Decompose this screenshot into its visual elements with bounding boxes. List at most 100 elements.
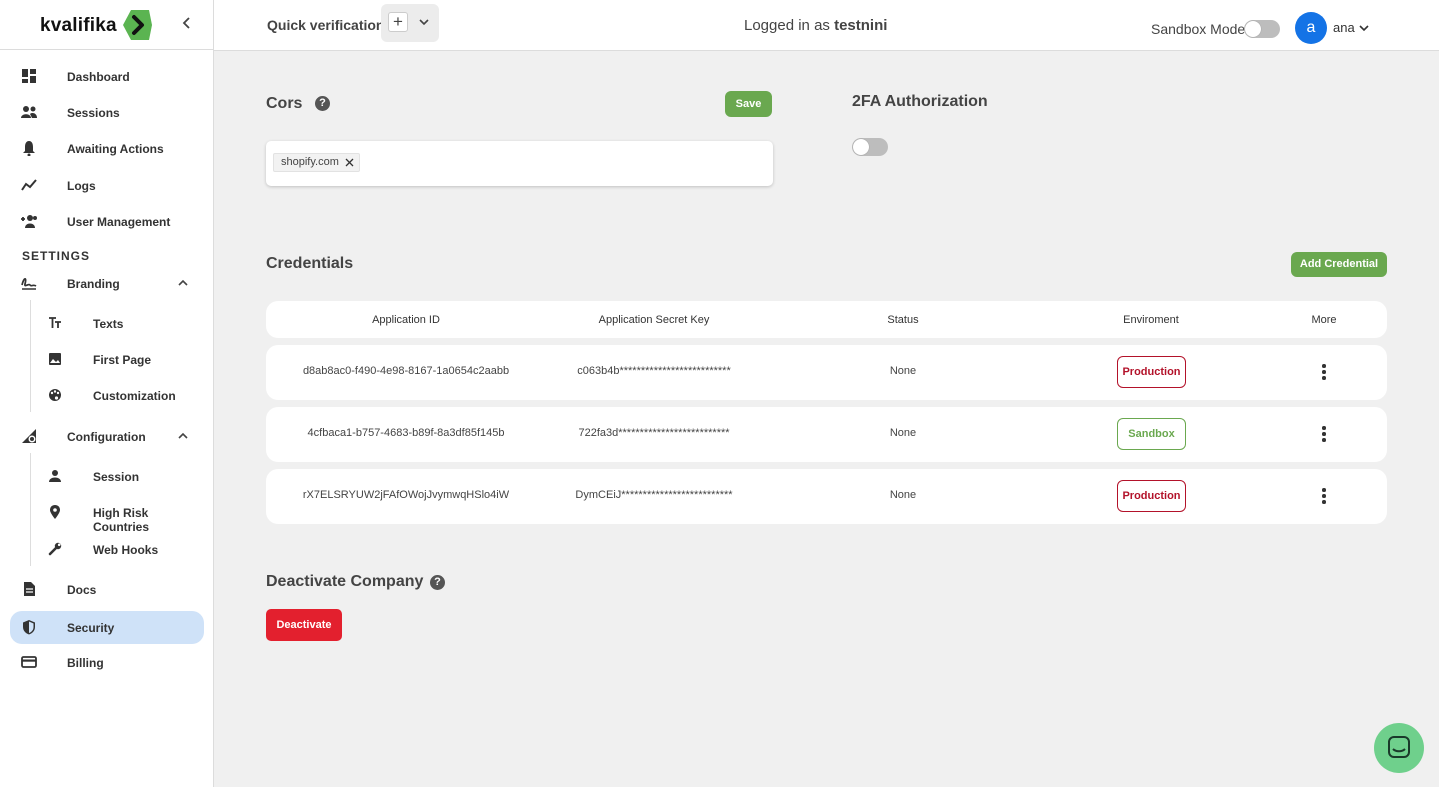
column-header-status: Status bbox=[887, 314, 919, 326]
chat-launcher-button[interactable] bbox=[1374, 723, 1424, 773]
sidebar-item-label: Awaiting Actions bbox=[67, 142, 164, 156]
cors-help-icon[interactable]: ? bbox=[315, 96, 330, 111]
settings-heading: SETTINGS bbox=[22, 249, 91, 263]
sidebar-item-web-hooks[interactable]: Web Hooks bbox=[36, 533, 204, 566]
top-bar: Quick verification + Logged in as testni… bbox=[214, 0, 1439, 51]
table-row: d8ab8ac0-f490-4e98-8167-1a0654c2aabb c06… bbox=[266, 345, 1387, 400]
wrench-icon bbox=[48, 542, 62, 556]
logged-in-status: Logged in as testnini bbox=[744, 17, 887, 34]
deactivate-help-icon[interactable]: ? bbox=[430, 575, 445, 590]
credentials-table-header: Application ID Application Secret Key St… bbox=[266, 301, 1387, 338]
person-icon bbox=[49, 470, 61, 482]
environment-badge[interactable]: Sandbox bbox=[1117, 418, 1186, 450]
credentials-title: Credentials bbox=[266, 255, 354, 272]
location-pin-icon bbox=[50, 505, 60, 519]
deactivate-company-title: Deactivate Company bbox=[266, 573, 424, 590]
trend-icon bbox=[21, 179, 37, 191]
collapse-sidebar-icon[interactable] bbox=[182, 16, 192, 32]
add-users-icon bbox=[21, 215, 37, 228]
signature-icon bbox=[21, 278, 37, 290]
chevron-up-icon[interactable] bbox=[177, 277, 189, 289]
more-vertical-icon[interactable] bbox=[1319, 487, 1329, 505]
sidebar-item-first-page[interactable]: First Page bbox=[36, 343, 204, 376]
twofa-title: 2FA Authorization bbox=[852, 93, 988, 110]
column-header-secret-key: Application Secret Key bbox=[598, 314, 710, 326]
chevron-down-icon[interactable] bbox=[1359, 23, 1369, 33]
sidebar-item-label: User Management bbox=[67, 215, 171, 229]
status-cell: None bbox=[889, 427, 917, 439]
sidebar-item-high-risk-countries[interactable]: High Risk Countries bbox=[36, 496, 204, 534]
sidebar-item-label: Session bbox=[93, 470, 140, 484]
avatar[interactable]: a bbox=[1295, 12, 1327, 44]
cors-save-button[interactable]: Save bbox=[725, 91, 772, 117]
sidebar-item-label: Logs bbox=[67, 179, 96, 193]
sidebar: kvalifika Dashboard Sessions Awaiting Ac… bbox=[0, 0, 214, 787]
sidebar-item-user-management[interactable]: User Management bbox=[10, 205, 204, 238]
logged-in-prefix: Logged in as bbox=[744, 17, 830, 34]
sidebar-item-texts[interactable]: Texts bbox=[36, 307, 204, 340]
sidebar-item-awaiting-actions[interactable]: Awaiting Actions bbox=[10, 132, 204, 165]
configuration-icon bbox=[22, 429, 36, 443]
sidebar-item-dashboard[interactable]: Dashboard bbox=[10, 60, 204, 93]
quick-verification-label: Quick verification bbox=[267, 17, 385, 33]
logo-area: kvalifika bbox=[0, 0, 213, 50]
table-row: rX7ELSRYUW2jFAfOWojJvymwqHSlo4iW DymCEiJ… bbox=[266, 469, 1387, 524]
sidebar-item-session[interactable]: Session bbox=[36, 460, 204, 493]
column-header-environment: Enviroment bbox=[1123, 314, 1179, 326]
chevron-down-icon[interactable] bbox=[418, 16, 430, 28]
brand-logo-icon bbox=[123, 10, 152, 40]
brand-logo-text: kvalifika bbox=[40, 15, 117, 36]
sidebar-item-label: Docs bbox=[67, 583, 97, 597]
sidebar-item-label: High Risk Countries bbox=[93, 506, 150, 534]
shield-icon bbox=[23, 620, 35, 635]
column-header-application-id: Application ID bbox=[372, 314, 440, 326]
logged-in-username: testnini bbox=[834, 17, 888, 34]
dashboard-icon bbox=[22, 69, 36, 83]
add-credential-button[interactable]: Add Credential bbox=[1291, 252, 1387, 277]
status-cell: None bbox=[889, 365, 917, 377]
deactivate-button[interactable]: Deactivate bbox=[266, 609, 342, 641]
sidebar-item-label: Dashboard bbox=[67, 70, 130, 84]
people-icon bbox=[21, 106, 37, 118]
chat-icon bbox=[1388, 736, 1410, 758]
palette-icon bbox=[49, 389, 61, 401]
quick-verification-add-button[interactable]: + bbox=[388, 12, 408, 32]
sidebar-item-label: Billing bbox=[67, 656, 104, 670]
text-format-icon bbox=[49, 317, 61, 328]
sidebar-item-label: Texts bbox=[93, 317, 124, 331]
sandbox-mode-label: Sandbox Mode bbox=[1151, 21, 1246, 37]
sidebar-item-logs[interactable]: Logs bbox=[10, 169, 204, 202]
close-icon[interactable] bbox=[345, 158, 354, 167]
bell-icon bbox=[23, 141, 35, 156]
chevron-up-icon[interactable] bbox=[177, 430, 189, 442]
sidebar-item-customization[interactable]: Customization bbox=[36, 379, 204, 412]
sidebar-item-sessions[interactable]: Sessions bbox=[10, 96, 204, 129]
sidebar-item-security[interactable]: Security bbox=[10, 611, 204, 644]
more-vertical-icon[interactable] bbox=[1319, 425, 1329, 443]
sidebar-item-label: Configuration bbox=[67, 430, 146, 444]
document-icon bbox=[24, 582, 35, 596]
sidebar-item-billing[interactable]: Billing bbox=[10, 646, 204, 679]
application-id-cell: 4cfbaca1-b757-4683-b89f-8a3df85f145b bbox=[307, 427, 505, 439]
more-vertical-icon[interactable] bbox=[1319, 363, 1329, 381]
environment-badge[interactable]: Production bbox=[1117, 480, 1186, 512]
sidebar-item-label: Customization bbox=[93, 389, 176, 403]
environment-badge[interactable]: Production bbox=[1117, 356, 1186, 388]
sidebar-item-configuration[interactable]: Configuration bbox=[10, 420, 204, 453]
sidebar-item-branding[interactable]: Branding bbox=[10, 267, 204, 300]
sandbox-mode-toggle[interactable] bbox=[1244, 20, 1280, 38]
secret-key-cell: c063b4b************************** bbox=[577, 365, 731, 377]
user-menu-name[interactable]: ana bbox=[1333, 20, 1355, 35]
cors-domain-chip-label: shopify.com bbox=[281, 156, 339, 168]
secret-key-cell: DymCEiJ************************** bbox=[575, 489, 733, 501]
application-id-cell: d8ab8ac0-f490-4e98-8167-1a0654c2aabb bbox=[302, 365, 510, 377]
status-cell: None bbox=[889, 489, 917, 501]
cors-domains-input[interactable]: shopify.com bbox=[266, 141, 773, 186]
image-icon bbox=[49, 353, 61, 365]
twofa-toggle[interactable] bbox=[852, 138, 888, 156]
credit-card-icon bbox=[21, 656, 37, 668]
cors-title: Cors bbox=[266, 95, 303, 112]
sidebar-item-docs[interactable]: Docs bbox=[10, 573, 204, 606]
sidebar-item-label: First Page bbox=[93, 353, 152, 367]
secret-key-cell: 722fa3d************************** bbox=[578, 427, 730, 439]
